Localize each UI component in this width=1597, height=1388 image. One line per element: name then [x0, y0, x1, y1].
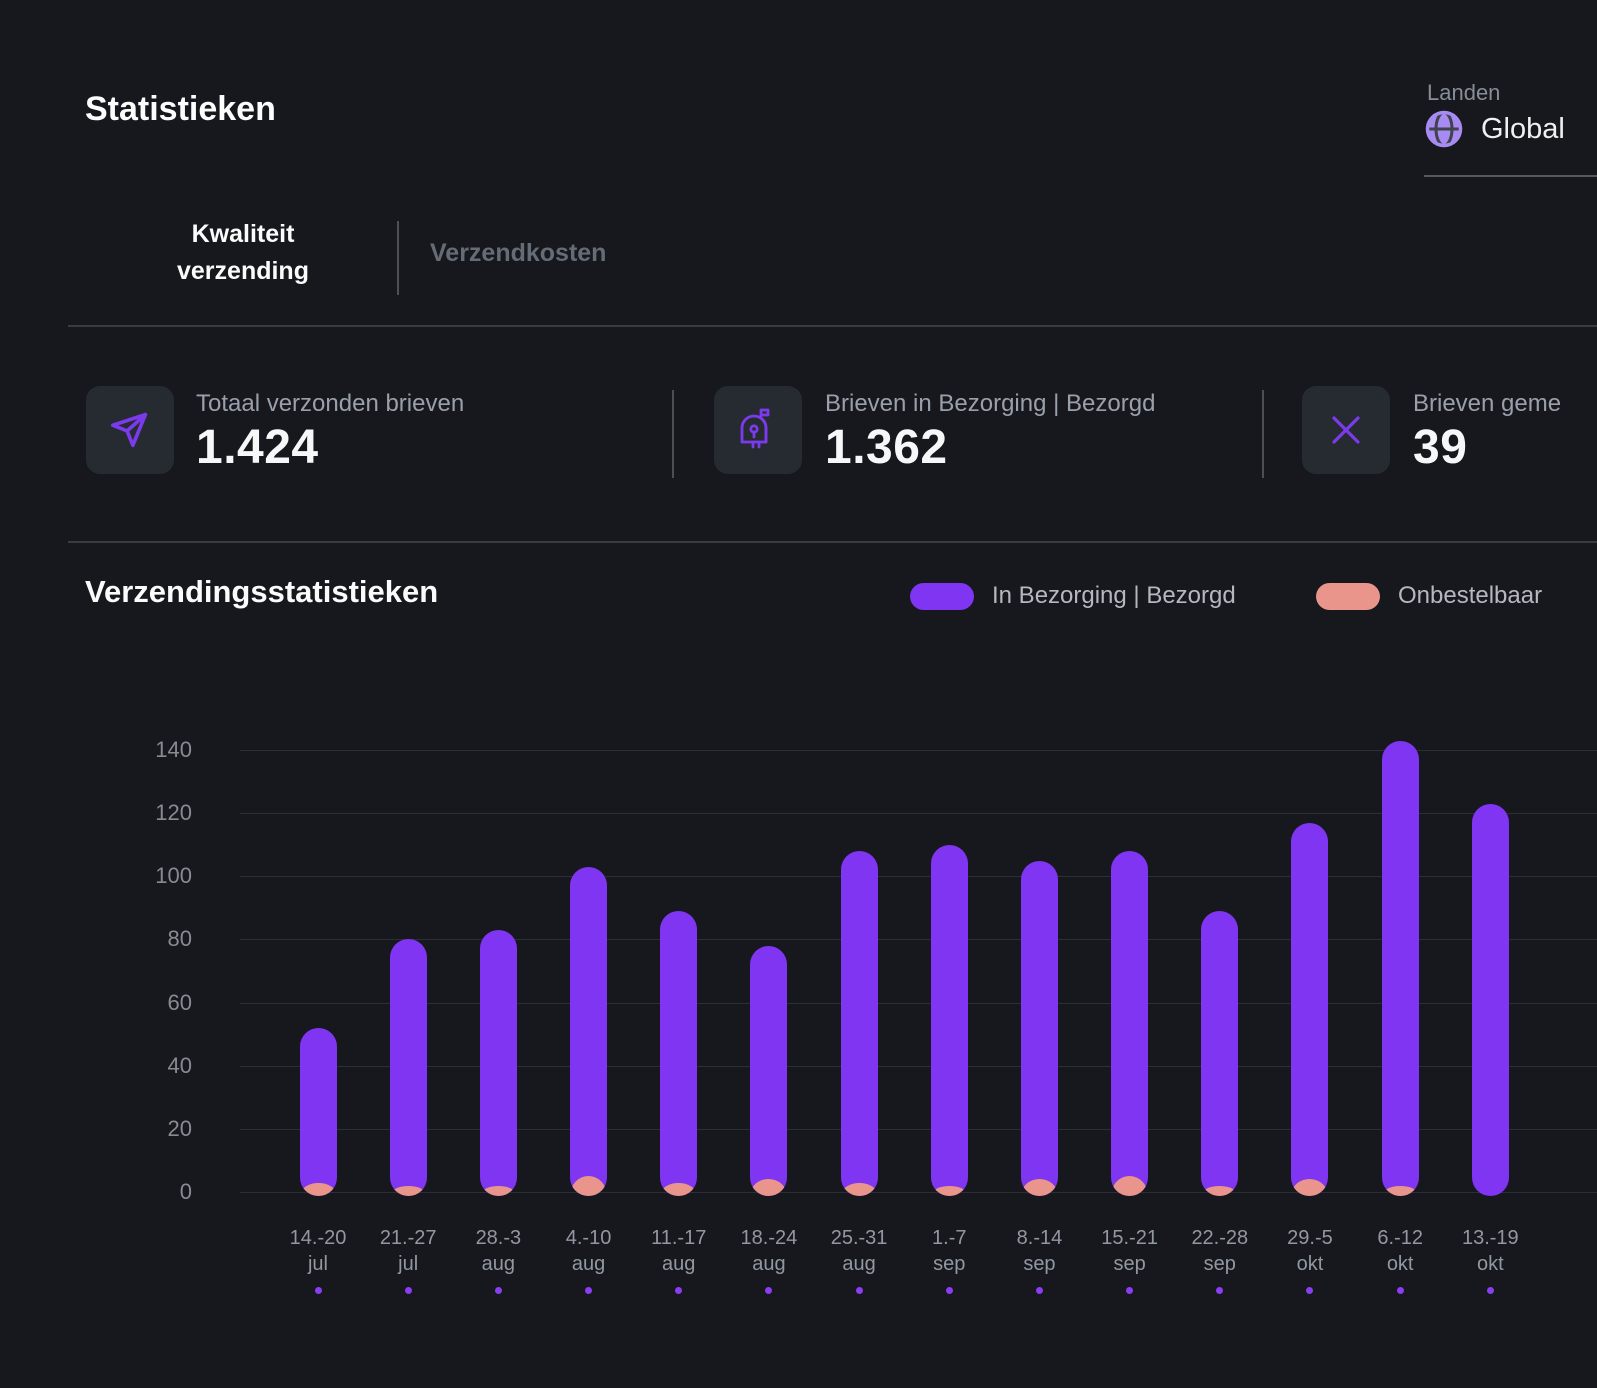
x-axis-label: 22.-28 sep: [1170, 1225, 1270, 1277]
x-axis-dot: [765, 1287, 772, 1294]
country-select-underline: [1424, 175, 1597, 177]
chart-bar-segment-onbestelbaar: [390, 1186, 427, 1196]
page-title: Statistieken: [85, 90, 276, 129]
tab-verzendkosten[interactable]: Verzendkosten: [430, 239, 606, 268]
chart-bar[interactable]: [1472, 804, 1509, 1196]
chart-bar-segment-onbestelbaar: [1021, 1179, 1058, 1196]
stat-value-in-bezorging: 1.362: [825, 420, 948, 475]
stat-label-in-bezorging: Brieven in Bezorging | Bezorgd: [825, 390, 1155, 418]
chart-bar[interactable]: [480, 930, 517, 1196]
x-axis-label: 6.-12 okt: [1350, 1225, 1450, 1277]
chart-bar-segment-onbestelbaar: [841, 1183, 878, 1196]
y-axis-tick-label: 20: [100, 1116, 192, 1142]
legend-swatch-purple: [910, 583, 974, 610]
chart-bar[interactable]: [1291, 823, 1328, 1196]
chart-bar-segment-onbestelbaar: [931, 1186, 968, 1196]
stat-card-icon-box: [714, 386, 802, 474]
legend-swatch-salmon: [1316, 583, 1380, 610]
chart-bar-segment-onbestelbaar: [300, 1183, 337, 1196]
x-axis-label: 28.-3 aug: [448, 1225, 548, 1277]
legend-item-onbestelbaar[interactable]: Onbestelbaar: [1316, 582, 1542, 610]
stat-value-totaal-verzonden: 1.424: [196, 420, 319, 475]
x-axis-label: 14.-20 jul: [268, 1225, 368, 1277]
stat-card-divider: [1262, 390, 1264, 478]
y-axis-tick-label: 120: [100, 800, 192, 826]
x-axis-label: 1.-7 sep: [899, 1225, 999, 1277]
chart-bar[interactable]: [1201, 911, 1238, 1196]
x-axis-dot: [1036, 1287, 1043, 1294]
chart-section-title: Verzendingsstatistieken: [85, 574, 438, 610]
x-axis-dot: [495, 1287, 502, 1294]
y-axis-tick-label: 60: [100, 990, 192, 1016]
tab-divider: [397, 221, 399, 295]
shipping-chart: 0 20 40 60 80 100 120 140 14.-20 jul21.-27 jul28…: [0, 690, 1597, 1388]
x-axis-dot: [946, 1287, 953, 1294]
chart-bar[interactable]: [660, 911, 697, 1196]
country-select[interactable]: Global: [1423, 108, 1565, 150]
y-axis-tick-label: 100: [100, 863, 192, 889]
chart-bar-segment-onbestelbaar: [660, 1183, 697, 1196]
stat-label-brieven-gemeld: Brieven geme: [1413, 390, 1561, 418]
x-axis-dot: [1397, 1287, 1404, 1294]
x-axis-dot: [1126, 1287, 1133, 1294]
x-axis-label: 18.-24 aug: [719, 1225, 819, 1277]
mailbox-icon: [734, 406, 782, 454]
stat-label-totaal-verzonden: Totaal verzonden brieven: [196, 390, 464, 418]
chart-bar[interactable]: [841, 851, 878, 1196]
x-axis-label: 15.-21 sep: [1080, 1225, 1180, 1277]
x-axis-label: 4.-10 aug: [539, 1225, 639, 1277]
x-axis-label: 8.-14 sep: [989, 1225, 1089, 1277]
divider-under-tabs: [68, 325, 1597, 327]
chart-bar[interactable]: [750, 946, 787, 1196]
y-axis-tick-label: 0: [100, 1179, 192, 1205]
globe-icon: [1423, 108, 1465, 150]
x-axis-label: 11.-17 aug: [629, 1225, 729, 1277]
stat-card-icon-box: [86, 386, 174, 474]
chart-bar[interactable]: [570, 867, 607, 1196]
chart-bar-segment-onbestelbaar: [1382, 1186, 1419, 1196]
chart-bar-segment-onbestelbaar: [480, 1186, 517, 1196]
x-axis-dot: [1306, 1287, 1313, 1294]
chart-bar[interactable]: [931, 845, 968, 1196]
y-axis-tick-label: 80: [100, 926, 192, 952]
x-axis-label: 21.-27 jul: [358, 1225, 458, 1277]
chart-bar[interactable]: [1382, 741, 1419, 1196]
legend-label: In Bezorging | Bezorgd: [992, 582, 1236, 610]
y-axis-tick-label: 140: [100, 737, 192, 763]
chart-bar-segment-onbestelbaar: [1111, 1176, 1148, 1196]
stat-value-brieven-gemeld: 39: [1413, 420, 1467, 475]
chart-bar-segment-onbestelbaar: [750, 1179, 787, 1196]
country-select-label: Landen: [1427, 80, 1500, 106]
x-axis-dot: [1216, 1287, 1223, 1294]
x-axis-dot: [675, 1287, 682, 1294]
y-axis-tick-label: 40: [100, 1053, 192, 1079]
x-axis-dot: [585, 1287, 592, 1294]
stat-card-divider: [672, 390, 674, 478]
legend-label: Onbestelbaar: [1398, 582, 1542, 610]
chart-bar[interactable]: [1111, 851, 1148, 1196]
x-axis-dot: [1487, 1287, 1494, 1294]
x-axis-label: 25.-31 aug: [809, 1225, 909, 1277]
chart-bar[interactable]: [300, 1028, 337, 1196]
chart-bar[interactable]: [1021, 861, 1058, 1197]
x-axis-dot: [405, 1287, 412, 1294]
chart-bar[interactable]: [390, 939, 427, 1196]
x-axis-dot: [315, 1287, 322, 1294]
x-axis-dot: [856, 1287, 863, 1294]
chart-bar-segment-onbestelbaar: [1291, 1179, 1328, 1196]
send-icon: [107, 407, 153, 453]
x-axis-label: 13.-19 okt: [1440, 1225, 1540, 1277]
x-axis-label: 29.-5 okt: [1260, 1225, 1360, 1277]
x-icon: [1323, 407, 1369, 453]
chart-bar-segment-onbestelbaar: [1201, 1186, 1238, 1196]
tab-kwaliteit-verzending[interactable]: Kwaliteit verzending: [148, 216, 338, 290]
chart-bar-segment-onbestelbaar: [570, 1176, 607, 1196]
legend-item-in-bezorging[interactable]: In Bezorging | Bezorgd: [910, 582, 1236, 610]
country-select-value[interactable]: Global: [1481, 113, 1565, 146]
stat-card-icon-box: [1302, 386, 1390, 474]
divider-under-stats: [68, 541, 1597, 543]
